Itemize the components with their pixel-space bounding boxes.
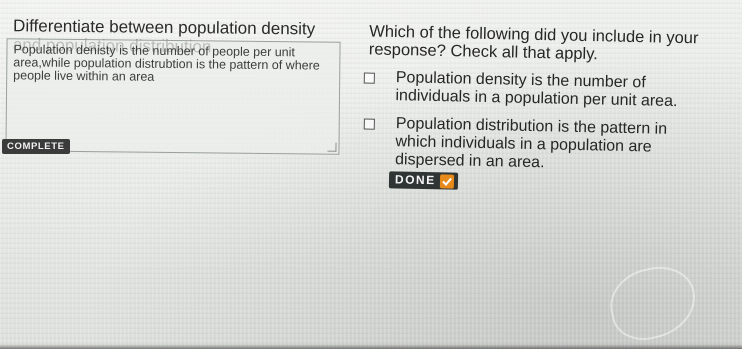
question-text: Which of the following did you include i… <box>368 22 699 64</box>
answer-textarea[interactable]: Population denisty is the number of peop… <box>5 38 341 155</box>
option-item-density[interactable]: Population density is the number of indi… <box>362 68 702 110</box>
done-label: DONE <box>394 172 436 188</box>
option-label-density: Population density is the number of indi… <box>395 69 678 111</box>
option-checkbox-distribution[interactable] <box>363 118 375 130</box>
option-item-distribution[interactable]: Population distribution is the pattern i… <box>362 114 702 171</box>
done-button[interactable]: DONE <box>388 171 458 190</box>
status-badge: COMPLETE <box>2 139 70 154</box>
bottom-bezel <box>0 344 742 349</box>
check-mark-icon <box>439 173 454 189</box>
screen-smudge <box>603 259 703 347</box>
option-label-distribution: Population distribution is the pattern i… <box>394 115 668 172</box>
option-checkbox-density[interactable] <box>363 72 375 84</box>
answer-text: Population denisty is the number of peop… <box>13 42 320 84</box>
resize-handle[interactable] <box>327 142 337 152</box>
